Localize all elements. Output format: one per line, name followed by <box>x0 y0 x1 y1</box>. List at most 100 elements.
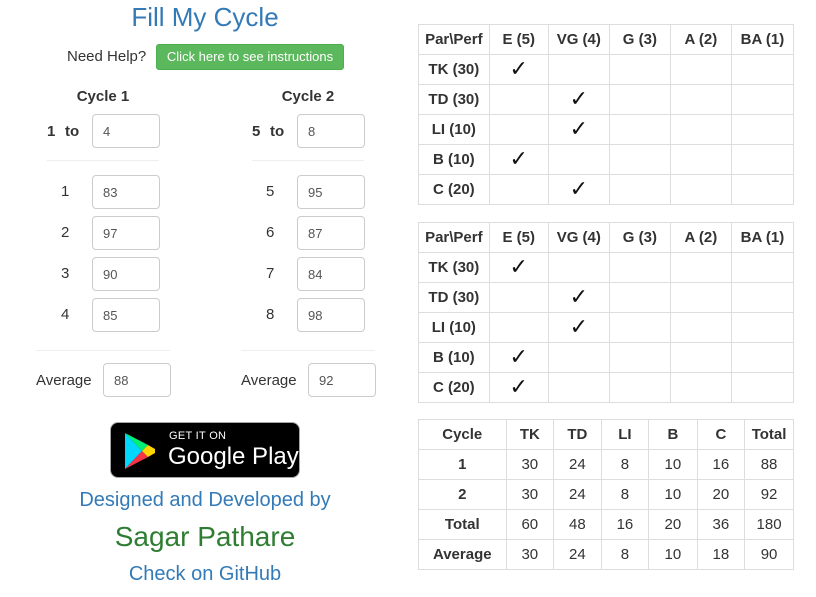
cycle2-average-field[interactable] <box>308 363 376 397</box>
rating-cell[interactable] <box>547 342 610 373</box>
table-cell: 36 <box>696 509 746 540</box>
google-play-badge[interactable]: GET IT ON Google Play <box>110 422 300 478</box>
rating-cell[interactable]: ✓ <box>547 84 610 115</box>
github-link[interactable]: Check on GitHub <box>0 563 410 586</box>
rating-cell[interactable]: ✓ <box>488 342 549 373</box>
summary-table: Cycle TK TD LI B C Total 1 30 24 8 10 16 88 2 30 24 8 10 20… <box>418 419 794 570</box>
cycle2-score-input[interactable] <box>297 175 365 209</box>
divider <box>47 160 159 161</box>
parameter-label: LI (10) <box>418 312 490 343</box>
rating-cell[interactable] <box>488 312 549 343</box>
table-row: LI (10) ✓ <box>418 114 795 145</box>
rating-cell[interactable] <box>730 312 795 343</box>
rating-cell[interactable] <box>669 282 732 313</box>
rating-cell[interactable] <box>669 144 732 175</box>
rating-cell[interactable] <box>488 114 549 145</box>
performance-table-cycle2: Par\Perf E (5) VG (4) G (3) A (2) BA (1) TK (3… <box>418 222 795 403</box>
rating-cell[interactable] <box>608 372 671 403</box>
rating-cell[interactable]: ✓ <box>488 252 549 283</box>
cycle1-range-end-input[interactable] <box>92 114 160 148</box>
table-cell: 1 <box>418 449 507 480</box>
cycle2-row-label: 7 <box>266 265 275 282</box>
rating-cell[interactable] <box>669 114 732 145</box>
table-cell: 8 <box>600 539 650 570</box>
column-header: Total <box>744 419 794 450</box>
rating-cell[interactable] <box>669 174 732 205</box>
rating-cell[interactable] <box>669 312 732 343</box>
rating-cell[interactable] <box>608 114 671 145</box>
table-cell: 10 <box>648 449 698 480</box>
rating-cell[interactable] <box>669 342 732 373</box>
column-header: VG (4) <box>547 24 610 55</box>
rating-cell[interactable] <box>730 114 795 145</box>
column-header: LI <box>600 419 650 450</box>
rating-cell[interactable] <box>547 252 610 283</box>
rating-cell[interactable] <box>730 144 795 175</box>
play-badge-top-text: GET IT ON <box>169 430 227 442</box>
instructions-button[interactable]: Click here to see instructions <box>156 44 344 70</box>
column-header: G (3) <box>608 222 671 253</box>
column-header: A (2) <box>669 222 732 253</box>
rating-cell[interactable] <box>608 312 671 343</box>
table-cell: 8 <box>600 479 650 510</box>
rating-cell[interactable]: ✓ <box>547 312 610 343</box>
rating-cell[interactable] <box>608 174 671 205</box>
cycle2-score-input[interactable] <box>297 298 365 332</box>
rating-cell[interactable] <box>669 372 732 403</box>
rating-cell[interactable] <box>488 84 549 115</box>
rating-cell[interactable] <box>669 84 732 115</box>
cycle1-score-input[interactable] <box>92 298 160 332</box>
cycle1-average-label: Average <box>36 372 92 389</box>
table-row: Average 30 24 8 10 18 90 <box>418 539 794 570</box>
cycle2-row-label: 6 <box>266 224 275 241</box>
parameter-label: TK (30) <box>418 54 490 85</box>
rating-cell[interactable]: ✓ <box>547 282 610 313</box>
rating-cell[interactable] <box>669 54 732 85</box>
table-cell: 18 <box>696 539 746 570</box>
check-icon: ✓ <box>569 283 589 309</box>
rating-cell[interactable] <box>488 282 549 313</box>
rating-cell[interactable] <box>488 174 549 205</box>
rating-cell[interactable] <box>730 282 795 313</box>
cycle2-score-input[interactable] <box>297 257 365 291</box>
rating-cell[interactable]: ✓ <box>488 54 549 85</box>
rating-cell[interactable] <box>730 54 795 85</box>
rating-cell[interactable] <box>547 372 610 403</box>
rating-cell[interactable] <box>547 54 610 85</box>
rating-cell[interactable] <box>608 54 671 85</box>
parameter-label: TD (30) <box>418 282 490 313</box>
cycle2-range-end-input[interactable] <box>297 114 365 148</box>
rating-cell[interactable] <box>730 174 795 205</box>
rating-cell[interactable] <box>669 252 732 283</box>
rating-cell[interactable]: ✓ <box>488 372 549 403</box>
table-row: B (10) ✓ <box>418 342 795 373</box>
designed-by-text: Designed and Developed by <box>79 489 331 511</box>
rating-cell[interactable] <box>608 144 671 175</box>
cycle1-score-input[interactable] <box>92 216 160 250</box>
rating-cell[interactable] <box>730 342 795 373</box>
rating-cell[interactable] <box>608 84 671 115</box>
author-name: Sagar Pathare <box>114 521 296 552</box>
rating-cell[interactable] <box>730 252 795 283</box>
table-cell: 16 <box>600 509 650 540</box>
rating-cell[interactable]: ✓ <box>547 174 610 205</box>
rating-cell[interactable] <box>608 252 671 283</box>
table-cell: 20 <box>648 509 698 540</box>
cycle1-score-input[interactable] <box>92 257 160 291</box>
cycle1-average-field[interactable] <box>103 363 171 397</box>
rating-cell[interactable]: ✓ <box>547 114 610 145</box>
rating-cell[interactable] <box>608 282 671 313</box>
table-cell: 10 <box>648 479 698 510</box>
cycle2-range-start: 5 <box>252 123 261 140</box>
column-header: E (5) <box>488 24 549 55</box>
rating-cell[interactable] <box>547 144 610 175</box>
rating-cell[interactable] <box>730 372 795 403</box>
table-cell: Total <box>418 509 507 540</box>
rating-cell[interactable] <box>730 84 795 115</box>
rating-cell[interactable] <box>608 342 671 373</box>
cycle2-score-input[interactable] <box>297 216 365 250</box>
rating-cell[interactable]: ✓ <box>488 144 549 175</box>
table-row: TK (30) ✓ <box>418 252 795 283</box>
table-row: TD (30) ✓ <box>418 84 795 115</box>
cycle1-score-input[interactable] <box>92 175 160 209</box>
